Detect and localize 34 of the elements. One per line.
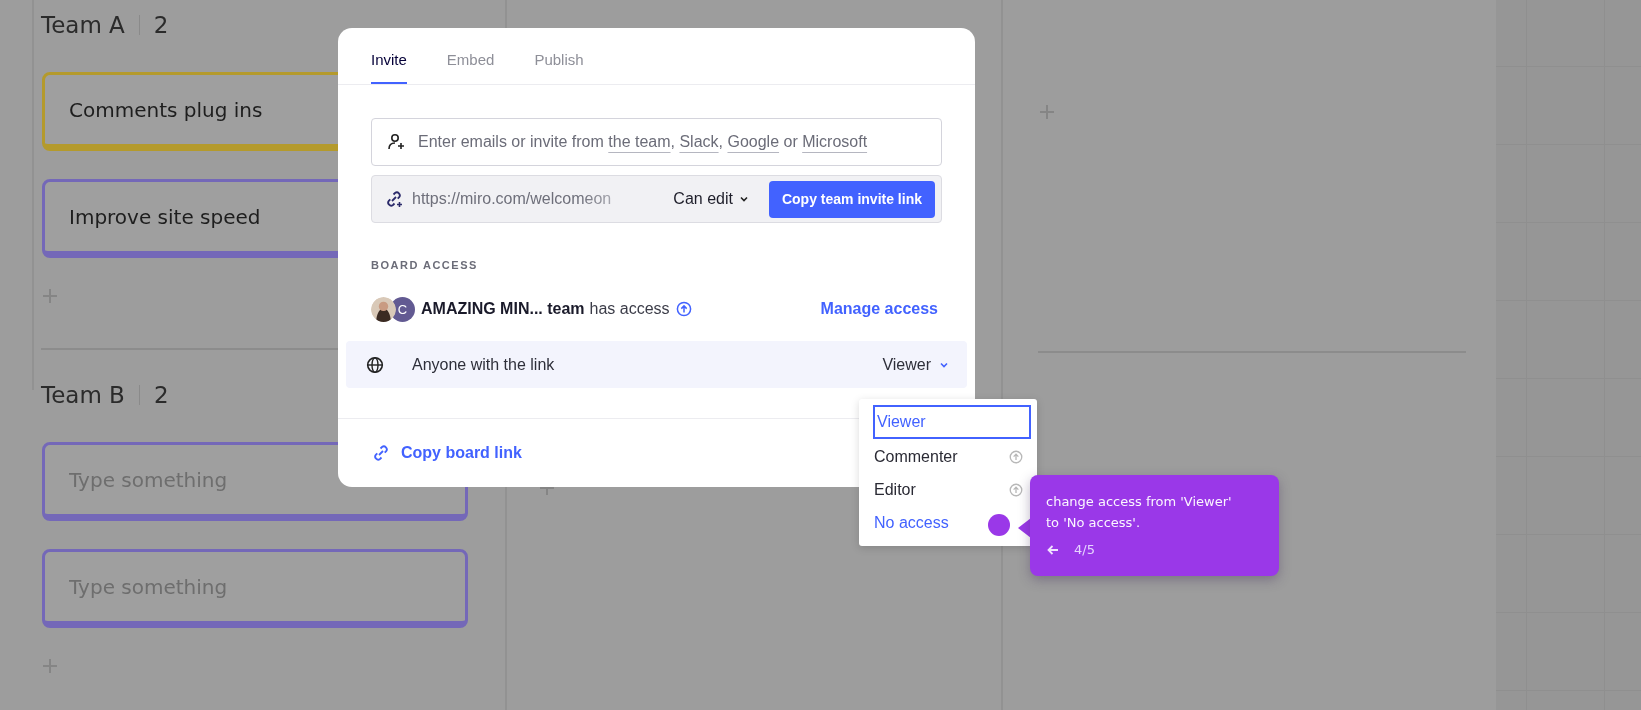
tab[interactable]: Publish — [534, 51, 584, 84]
menu-option[interactable]: Editor — [859, 474, 1033, 505]
lane-count: 2 — [153, 382, 169, 408]
lane-title: Team A — [41, 12, 125, 38]
upgrade-icon — [1009, 449, 1023, 464]
invite-source-link[interactable]: Google — [727, 133, 780, 150]
tooltip-text: change access from 'Viewer' to 'No access'. — [1046, 493, 1233, 532]
invite-source-link[interactable]: the team — [608, 133, 671, 150]
upgrade-icon — [1009, 482, 1023, 497]
add-person-icon — [386, 132, 406, 152]
permission-dropdown[interactable]: Can edit — [669, 186, 753, 212]
tab[interactable]: Invite — [371, 51, 407, 84]
menu-option[interactable]: Commenter — [859, 441, 1033, 472]
invite-source-link[interactable]: Slack — [679, 133, 719, 150]
link-icon — [371, 443, 391, 463]
link-access-label: Anyone with the link — [412, 355, 555, 374]
access-text: has access — [589, 300, 670, 318]
manage-access-link[interactable]: Manage access — [820, 300, 938, 318]
step-counter: 4/5 — [1074, 542, 1095, 557]
section-heading: BOARD ACCESS — [371, 259, 479, 271]
link-access-row[interactable]: Anyone with the link Viewer — [346, 341, 967, 388]
lane-title: Team B — [41, 382, 125, 408]
invite-field[interactable]: Enter emails or invite from the team, Slack, Google or Microsoft — [371, 118, 942, 166]
chevron-down-icon — [738, 194, 749, 204]
globe-icon — [366, 355, 384, 374]
menu-option[interactable]: Viewer — [873, 405, 1031, 439]
avatar-icon — [371, 296, 396, 322]
copy-invite-link-button[interactable]: Copy team invite link — [768, 180, 935, 218]
team-name: AMAZING MIN... team — [421, 300, 585, 318]
upgrade-icon[interactable] — [675, 301, 692, 317]
invite-source-link[interactable]: Microsoft — [802, 133, 868, 150]
role-dropdown[interactable]: Viewer — [882, 351, 949, 378]
lane-count: 2 — [153, 12, 169, 38]
link-plus-icon — [384, 189, 404, 209]
